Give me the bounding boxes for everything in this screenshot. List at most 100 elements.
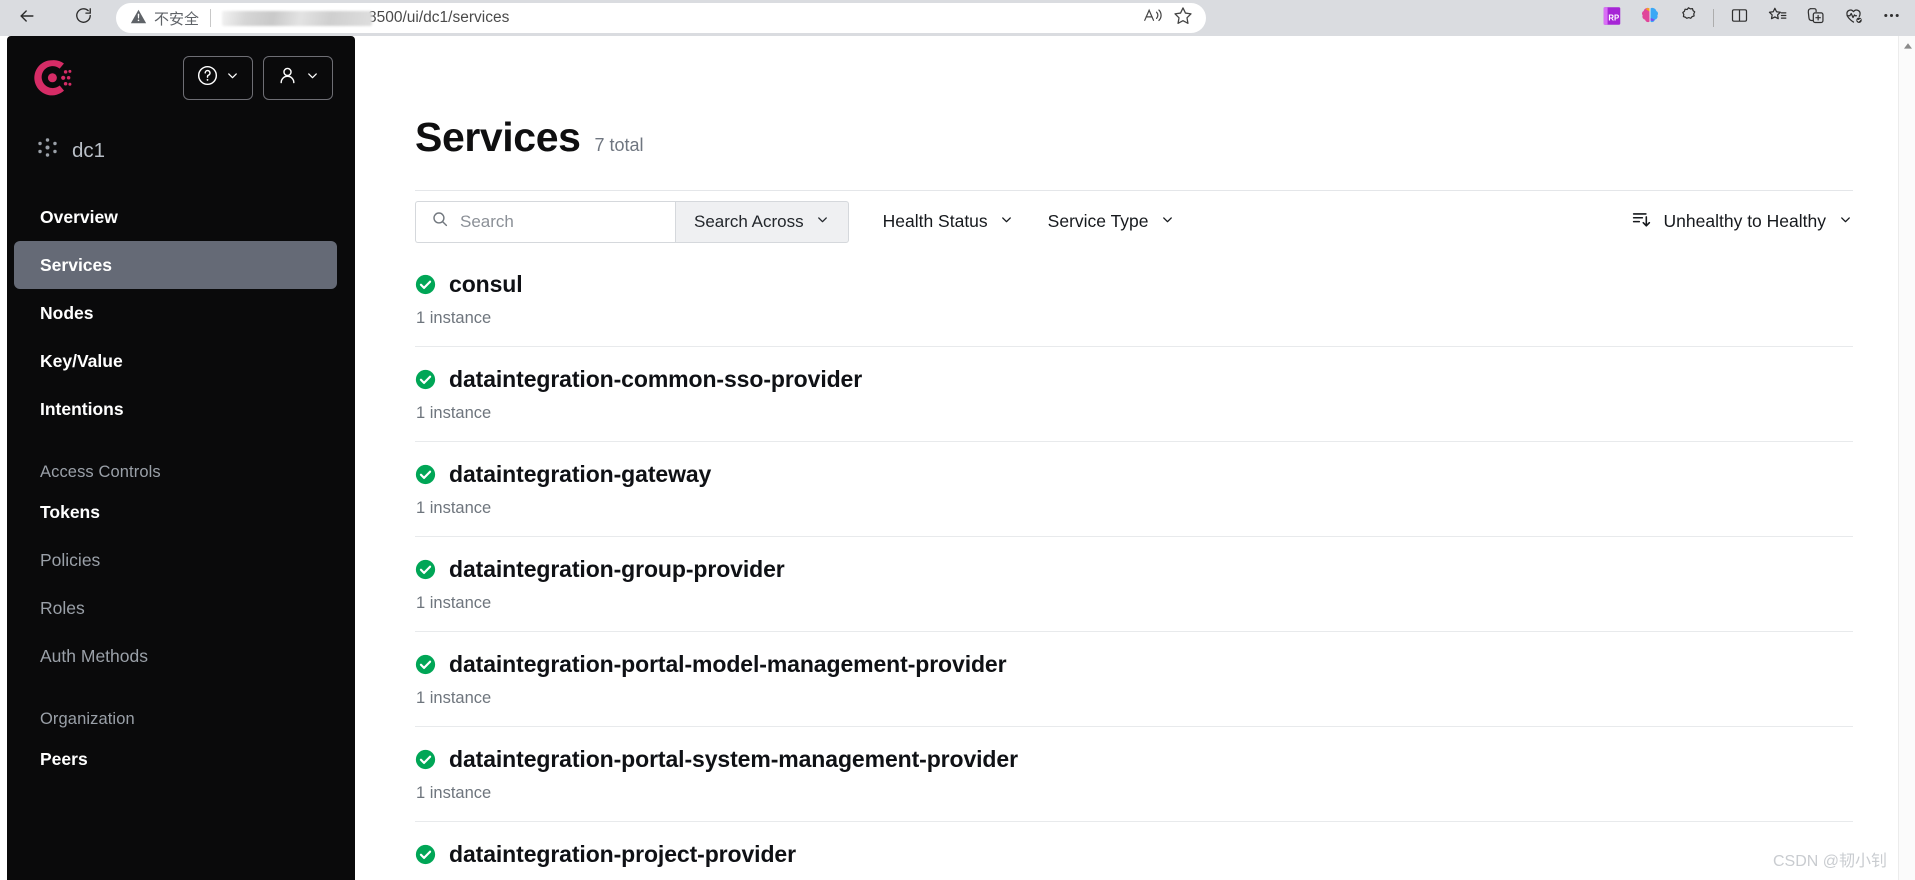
split-screen-button[interactable] — [1721, 3, 1757, 33]
help-circle-icon — [196, 64, 219, 92]
sidebar-header — [7, 36, 355, 100]
chevron-down-icon — [1160, 211, 1175, 232]
warning-triangle-icon — [130, 8, 147, 29]
sidebar-item-auth-methods[interactable]: Auth Methods — [14, 632, 337, 680]
sidebar-item-key-value[interactable]: Key/Value — [14, 337, 337, 385]
search-group: Search Across — [415, 200, 849, 243]
sidebar-item-roles[interactable]: Roles — [14, 584, 337, 632]
chevron-down-icon — [815, 212, 830, 232]
reload-icon — [74, 6, 93, 30]
split-screen-icon — [1729, 5, 1750, 31]
read-aloud-button[interactable] — [1143, 5, 1164, 31]
chevron-down-icon — [999, 211, 1014, 232]
sidebar-item-tokens[interactable]: Tokens — [14, 488, 337, 536]
search-across-label: Search Across — [694, 211, 804, 231]
page-viewport: dc1 Overview Services Nodes Key/Value In… — [0, 36, 1915, 880]
service-list-item[interactable]: consul 1 instance — [415, 252, 1853, 347]
health-status-healthy-icon — [415, 369, 436, 390]
sidebar-section-organization: Organization — [40, 710, 135, 728]
sort-dropdown[interactable]: Unhealthy to Healthy — [1631, 209, 1853, 235]
service-instance-count: 1 instance — [416, 499, 492, 517]
service-name-link[interactable]: dataintegration-portal-model-management-… — [449, 651, 1007, 678]
search-across-dropdown[interactable]: Search Across — [675, 200, 849, 243]
service-instance-count: 1 instance — [416, 404, 492, 422]
back-arrow-icon — [17, 6, 37, 31]
service-list-item[interactable]: dataintegration-portal-model-management-… — [415, 632, 1853, 727]
chevron-down-icon — [305, 68, 320, 88]
sidebar-item-overview[interactable]: Overview — [14, 193, 337, 241]
svg-text:RP: RP — [1608, 13, 1619, 22]
favorites-button[interactable] — [1759, 3, 1795, 33]
service-name-link[interactable]: consul — [449, 271, 523, 298]
service-instance-count: 1 instance — [416, 309, 492, 327]
sidebar: dc1 Overview Services Nodes Key/Value In… — [7, 36, 355, 880]
favorites-list-icon — [1767, 5, 1788, 31]
service-list-item[interactable]: dataintegration-group-provider 1 instanc… — [415, 537, 1853, 632]
service-name-link[interactable]: dataintegration-common-sso-provider — [449, 366, 862, 393]
watermark: CSDN @韧小钊 — [1772, 853, 1887, 870]
sidebar-item-policies[interactable]: Policies — [14, 536, 337, 584]
search-input[interactable] — [460, 211, 650, 232]
service-instance-count: 1 instance — [416, 689, 492, 707]
performance-button[interactable] — [1835, 3, 1871, 33]
sidebar-nav: Overview Services Nodes Key/Value Intent… — [7, 193, 355, 783]
sidebar-item-services[interactable]: Services — [14, 241, 337, 289]
performance-heart-icon — [1843, 5, 1864, 31]
service-list-item[interactable]: dataintegration-portal-system-management… — [415, 727, 1853, 822]
extension-copilot-button[interactable] — [1632, 3, 1668, 33]
sidebar-item-peers[interactable]: Peers — [14, 735, 337, 783]
consul-logo[interactable] — [33, 57, 75, 99]
service-name-link[interactable]: dataintegration-portal-system-management… — [449, 746, 1018, 773]
service-list-item[interactable]: dataintegration-common-sso-provider 1 in… — [415, 347, 1853, 442]
toolbar-divider — [1713, 9, 1714, 27]
main-content: Services 7 total Search Across — [355, 36, 1915, 880]
vertical-scrollbar[interactable] — [1898, 36, 1915, 880]
search-box[interactable] — [415, 200, 675, 243]
user-menu-button[interactable] — [263, 56, 333, 100]
extension-rp-button[interactable]: RP — [1594, 3, 1630, 33]
sort-descending-icon — [1631, 209, 1652, 235]
service-instance-count: 1 instance — [416, 594, 492, 612]
reload-button[interactable] — [64, 2, 102, 34]
site-security-indicator[interactable]: 不安全 — [130, 8, 199, 29]
scroll-up-button[interactable] — [1899, 39, 1915, 53]
service-type-filter[interactable]: Service Type — [1048, 211, 1175, 232]
omnibox-divider — [210, 9, 212, 27]
datacenter-label: dc1 — [72, 138, 106, 162]
sidebar-item-nodes[interactable]: Nodes — [14, 289, 337, 337]
service-list-item[interactable]: dataintegration-gateway 1 instance — [415, 442, 1853, 537]
back-button[interactable] — [8, 2, 46, 34]
chevron-down-icon — [1838, 211, 1853, 232]
health-status-label: Health Status — [882, 211, 988, 231]
service-name-link[interactable]: dataintegration-group-provider — [449, 556, 785, 583]
add-collection-button[interactable] — [1797, 3, 1833, 33]
service-list-item[interactable]: dataintegration-project-provider 1 insta… — [415, 822, 1853, 880]
add-collection-icon — [1805, 5, 1826, 31]
health-status-healthy-icon — [415, 274, 436, 295]
service-instance-count: 1 instance — [416, 784, 492, 802]
health-status-filter[interactable]: Health Status — [883, 211, 1014, 232]
help-menu-button[interactable] — [183, 56, 253, 100]
chevron-down-icon — [225, 68, 240, 88]
address-bar[interactable]: 不安全 8500/ui/dc1/services — [116, 3, 1206, 33]
sidebar-item-intentions[interactable]: Intentions — [14, 385, 337, 433]
sidebar-section-access-controls: Access Controls — [40, 463, 161, 481]
sort-label: Unhealthy to Healthy — [1663, 211, 1826, 231]
add-favorite-button[interactable] — [1172, 5, 1194, 32]
datacenter-selector[interactable]: dc1 — [36, 136, 355, 165]
service-name-link[interactable]: dataintegration-gateway — [449, 461, 711, 488]
page-title: Services — [415, 114, 581, 160]
page-header: Services 7 total — [415, 36, 1915, 161]
health-status-healthy-icon — [415, 464, 436, 485]
service-total-count: 7 total — [594, 135, 644, 155]
more-options-button[interactable] — [1873, 3, 1909, 33]
health-status-healthy-icon — [415, 654, 436, 675]
more-options-icon — [1881, 5, 1902, 31]
service-name-link[interactable]: dataintegration-project-provider — [449, 841, 796, 868]
url-text: 8500/ui/dc1/services — [368, 9, 510, 26]
chevron-up-icon — [1903, 37, 1913, 55]
user-icon — [276, 64, 299, 92]
collections-button[interactable] — [1670, 3, 1706, 33]
read-aloud-icon — [1143, 5, 1164, 31]
service-list: consul 1 instance dataintegration-common… — [415, 252, 1853, 880]
